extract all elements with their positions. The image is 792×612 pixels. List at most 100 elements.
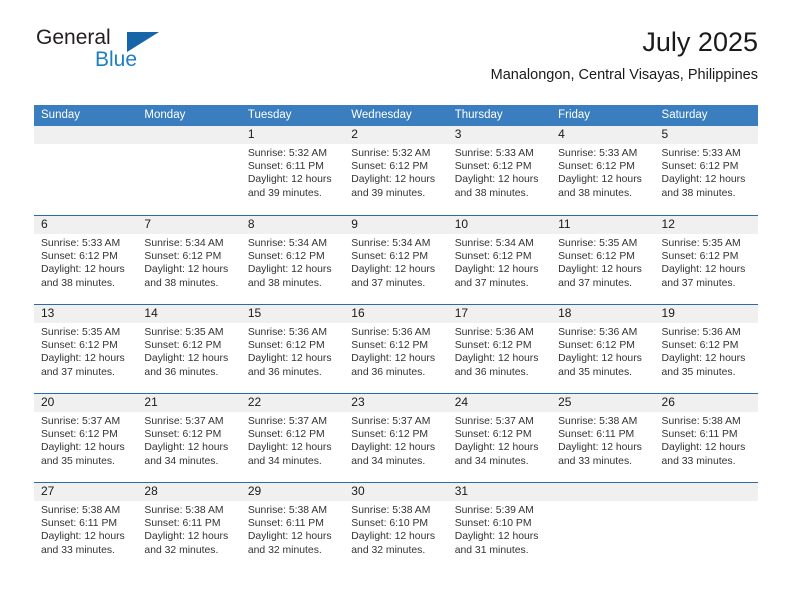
calendar-day-cell[interactable]: 3 Sunrise: 5:33 AM Sunset: 6:12 PM Dayli… bbox=[447, 126, 552, 215]
daylight-text: Daylight: 12 hours and 36 minutes. bbox=[247, 353, 332, 378]
day-number: 5 bbox=[654, 126, 758, 144]
calendar-day-cell[interactable]: 15 Sunrise: 5:36 AM Sunset: 6:12 PM Dayl… bbox=[240, 305, 345, 393]
weekday-header-friday: Friday bbox=[558, 109, 591, 121]
sunrise-text: Sunrise: 5:38 AM bbox=[351, 505, 431, 516]
calendar-day-cell[interactable]: 9 Sunrise: 5:34 AM Sunset: 6:12 PM Dayli… bbox=[344, 216, 448, 304]
daylight-text: Daylight: 12 hours and 38 minutes. bbox=[454, 174, 539, 199]
calendar-day-cell[interactable]: 30 Sunrise: 5:38 AM Sunset: 6:10 PM Dayl… bbox=[344, 483, 448, 571]
day-number: 16 bbox=[344, 305, 448, 323]
calendar-day-cell[interactable]: 7 Sunrise: 5:34 AM Sunset: 6:12 PM Dayli… bbox=[137, 216, 241, 304]
calendar-day-cell[interactable] bbox=[654, 483, 758, 571]
calendar-day-cell[interactable]: 27 Sunrise: 5:38 AM Sunset: 6:11 PM Dayl… bbox=[34, 483, 138, 571]
calendar-day-cell[interactable]: 12 Sunrise: 5:35 AM Sunset: 6:12 PM Dayl… bbox=[654, 216, 758, 304]
sunset-text: Sunset: 6:11 PM bbox=[661, 429, 738, 441]
sunrise-text: Sunrise: 5:35 AM bbox=[41, 327, 121, 338]
sunset-text: Sunset: 6:12 PM bbox=[661, 340, 739, 352]
day-details: Sunrise: 5:38 AM Sunset: 6:11 PM Dayligh… bbox=[137, 501, 240, 557]
sunset-text: Sunset: 6:12 PM bbox=[558, 251, 635, 263]
day-number: 2 bbox=[344, 126, 448, 144]
daylight-text: Daylight: 12 hours and 31 minutes. bbox=[454, 531, 539, 556]
sunset-text: Sunset: 6:12 PM bbox=[144, 429, 222, 441]
calendar-day-cell[interactable]: 10 Sunrise: 5:34 AM Sunset: 6:12 PM Dayl… bbox=[447, 216, 552, 304]
sunset-text: Sunset: 6:10 PM bbox=[351, 518, 429, 530]
calendar-day-cell[interactable]: 29 Sunrise: 5:38 AM Sunset: 6:11 PM Dayl… bbox=[240, 483, 345, 571]
calendar-day-cell[interactable]: 1 Sunrise: 5:32 AM Sunset: 6:11 PM Dayli… bbox=[240, 126, 345, 215]
sunrise-text: Sunrise: 5:37 AM bbox=[144, 416, 224, 427]
calendar-day-cell[interactable]: 2 Sunrise: 5:32 AM Sunset: 6:12 PM Dayli… bbox=[344, 126, 448, 215]
day-details: Sunrise: 5:39 AM Sunset: 6:10 PM Dayligh… bbox=[448, 501, 551, 557]
day-details: Sunrise: 5:36 AM Sunset: 6:12 PM Dayligh… bbox=[551, 323, 654, 379]
day-number: 26 bbox=[654, 394, 758, 412]
sunset-text: Sunset: 6:12 PM bbox=[41, 251, 118, 263]
calendar-day-cell[interactable]: 28 Sunrise: 5:38 AM Sunset: 6:11 PM Dayl… bbox=[137, 483, 241, 571]
day-number: 11 bbox=[551, 216, 655, 234]
daylight-text: Daylight: 12 hours and 32 minutes. bbox=[247, 531, 332, 556]
sunrise-text: Sunrise: 5:34 AM bbox=[454, 238, 534, 249]
daylight-text: Daylight: 12 hours and 38 minutes. bbox=[661, 174, 746, 199]
calendar-day-cell[interactable]: 11 Sunrise: 5:35 AM Sunset: 6:12 PM Dayl… bbox=[551, 216, 655, 304]
day-details: Sunrise: 5:37 AM Sunset: 6:12 PM Dayligh… bbox=[448, 412, 551, 468]
sunrise-text: Sunrise: 5:37 AM bbox=[247, 416, 327, 427]
sunset-text: Sunset: 6:12 PM bbox=[144, 340, 222, 352]
calendar-day-cell[interactable]: 16 Sunrise: 5:36 AM Sunset: 6:12 PM Dayl… bbox=[344, 305, 448, 393]
sunrise-text: Sunrise: 5:34 AM bbox=[144, 238, 224, 249]
calendar-day-cell[interactable]: 20 Sunrise: 5:37 AM Sunset: 6:12 PM Dayl… bbox=[34, 394, 138, 482]
sunrise-text: Sunrise: 5:35 AM bbox=[144, 327, 224, 338]
calendar-day-cell[interactable] bbox=[137, 126, 241, 215]
calendar-week-row: 13 Sunrise: 5:35 AM Sunset: 6:12 PM Dayl… bbox=[34, 304, 758, 393]
daylight-text: Daylight: 12 hours and 32 minutes. bbox=[351, 531, 436, 556]
general-blue-logo[interactable]: General Blue bbox=[34, 26, 234, 82]
calendar-day-cell[interactable]: 18 Sunrise: 5:36 AM Sunset: 6:12 PM Dayl… bbox=[551, 305, 655, 393]
day-details: Sunrise: 5:38 AM Sunset: 6:11 PM Dayligh… bbox=[34, 501, 137, 557]
sunset-text: Sunset: 6:12 PM bbox=[247, 340, 325, 352]
calendar-day-cell[interactable]: 21 Sunrise: 5:37 AM Sunset: 6:12 PM Dayl… bbox=[137, 394, 241, 482]
sunrise-text: Sunrise: 5:37 AM bbox=[41, 416, 121, 427]
sunset-text: Sunset: 6:11 PM bbox=[41, 518, 118, 530]
day-number: 23 bbox=[344, 394, 448, 412]
calendar-day-cell[interactable]: 24 Sunrise: 5:37 AM Sunset: 6:12 PM Dayl… bbox=[447, 394, 552, 482]
day-details: Sunrise: 5:36 AM Sunset: 6:12 PM Dayligh… bbox=[655, 323, 758, 379]
day-details: Sunrise: 5:37 AM Sunset: 6:12 PM Dayligh… bbox=[137, 412, 240, 468]
day-number: 24 bbox=[447, 394, 552, 412]
page-title: July 2025 bbox=[642, 27, 758, 57]
daylight-text: Daylight: 12 hours and 37 minutes. bbox=[558, 264, 642, 289]
sunset-text: Sunset: 6:10 PM bbox=[454, 518, 532, 530]
sunrise-text: Sunrise: 5:36 AM bbox=[454, 327, 534, 338]
sunrise-text: Sunrise: 5:35 AM bbox=[661, 238, 741, 249]
daylight-text: Daylight: 12 hours and 33 minutes. bbox=[661, 442, 746, 467]
calendar-day-cell[interactable]: 22 Sunrise: 5:37 AM Sunset: 6:12 PM Dayl… bbox=[240, 394, 345, 482]
day-number: 13 bbox=[34, 305, 138, 323]
calendar-day-cell[interactable]: 13 Sunrise: 5:35 AM Sunset: 6:12 PM Dayl… bbox=[34, 305, 138, 393]
day-number: 1 bbox=[240, 126, 345, 144]
day-number: 7 bbox=[137, 216, 241, 234]
day-details: Sunrise: 5:37 AM Sunset: 6:12 PM Dayligh… bbox=[241, 412, 344, 468]
calendar-day-cell[interactable]: 17 Sunrise: 5:36 AM Sunset: 6:12 PM Dayl… bbox=[447, 305, 552, 393]
day-details: Sunrise: 5:36 AM Sunset: 6:12 PM Dayligh… bbox=[241, 323, 344, 379]
day-number: 17 bbox=[447, 305, 552, 323]
calendar-day-cell[interactable]: 4 Sunrise: 5:33 AM Sunset: 6:12 PM Dayli… bbox=[551, 126, 655, 215]
day-details: Sunrise: 5:38 AM Sunset: 6:11 PM Dayligh… bbox=[655, 412, 758, 468]
calendar-day-cell[interactable]: 25 Sunrise: 5:38 AM Sunset: 6:11 PM Dayl… bbox=[551, 394, 655, 482]
day-number: 4 bbox=[551, 126, 655, 144]
calendar-day-cell[interactable]: 31 Sunrise: 5:39 AM Sunset: 6:10 PM Dayl… bbox=[447, 483, 552, 571]
calendar-week-row: 1 Sunrise: 5:32 AM Sunset: 6:11 PM Dayli… bbox=[34, 126, 758, 215]
calendar-day-cell[interactable]: 23 Sunrise: 5:37 AM Sunset: 6:12 PM Dayl… bbox=[344, 394, 448, 482]
weekday-header-wednesday: Wednesday bbox=[351, 109, 412, 121]
sunrise-text: Sunrise: 5:38 AM bbox=[144, 505, 224, 516]
daylight-text: Daylight: 12 hours and 39 minutes. bbox=[247, 174, 332, 199]
daylight-text: Daylight: 12 hours and 34 minutes. bbox=[247, 442, 332, 467]
calendar-week-row: 20 Sunrise: 5:37 AM Sunset: 6:12 PM Dayl… bbox=[34, 393, 758, 482]
calendar-day-cell[interactable]: 14 Sunrise: 5:35 AM Sunset: 6:12 PM Dayl… bbox=[137, 305, 241, 393]
day-number: 28 bbox=[137, 483, 241, 501]
daylight-text: Daylight: 12 hours and 35 minutes. bbox=[661, 353, 746, 378]
calendar-day-cell[interactable]: 6 Sunrise: 5:33 AM Sunset: 6:12 PM Dayli… bbox=[34, 216, 138, 304]
calendar-day-cell[interactable]: 26 Sunrise: 5:38 AM Sunset: 6:11 PM Dayl… bbox=[654, 394, 758, 482]
calendar-day-cell[interactable]: 5 Sunrise: 5:33 AM Sunset: 6:12 PM Dayli… bbox=[654, 126, 758, 215]
day-number: 31 bbox=[447, 483, 552, 501]
day-number: 21 bbox=[137, 394, 241, 412]
calendar-day-cell[interactable] bbox=[34, 126, 138, 215]
calendar-day-cell[interactable]: 19 Sunrise: 5:36 AM Sunset: 6:12 PM Dayl… bbox=[654, 305, 758, 393]
day-number: 18 bbox=[551, 305, 655, 323]
calendar-day-cell[interactable]: 8 Sunrise: 5:34 AM Sunset: 6:12 PM Dayli… bbox=[240, 216, 345, 304]
calendar-day-cell[interactable] bbox=[551, 483, 655, 571]
